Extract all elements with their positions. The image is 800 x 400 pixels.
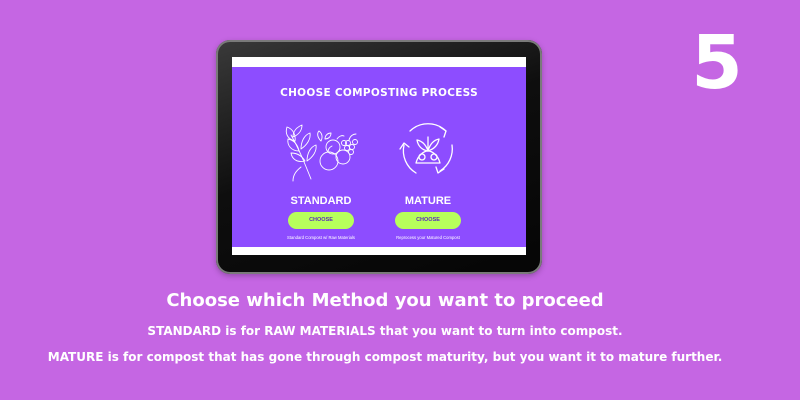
- tablet-frame: CHOOSE COMPOSTING PROCESS STANDARD CHOOS…: [216, 40, 542, 274]
- option-standard: STANDARD CHOOSE Standard Compost w/ Raw …: [266, 101, 376, 240]
- tablet-screen: CHOOSE COMPOSTING PROCESS STANDARD CHOOS…: [232, 57, 526, 255]
- fruits-herbs-icon: [281, 109, 361, 189]
- app-panel: CHOOSE COMPOSTING PROCESS STANDARD CHOOS…: [232, 67, 526, 247]
- caption-heading: Choose which Method you want to proceed: [166, 290, 604, 311]
- caption-mature-line: MATURE is for compost that has gone thro…: [47, 350, 723, 364]
- choose-standard-button[interactable]: CHOOSE: [288, 212, 354, 229]
- option-label-standard: STANDARD: [290, 195, 352, 207]
- page-title: CHOOSE COMPOSTING PROCESS: [280, 87, 478, 99]
- option-description-mature: Reprocess your Matured Compost: [396, 235, 460, 240]
- option-mature: MATURE CHOOSE Reprocess your Matured Com…: [373, 101, 483, 240]
- step-number: 5: [691, 20, 743, 106]
- choose-mature-button[interactable]: CHOOSE: [395, 212, 461, 229]
- caption-standard-line: STANDARD is for RAW MATERIALS that you w…: [147, 324, 623, 338]
- option-label-mature: MATURE: [404, 195, 452, 207]
- recycle-produce-icon: [388, 109, 468, 189]
